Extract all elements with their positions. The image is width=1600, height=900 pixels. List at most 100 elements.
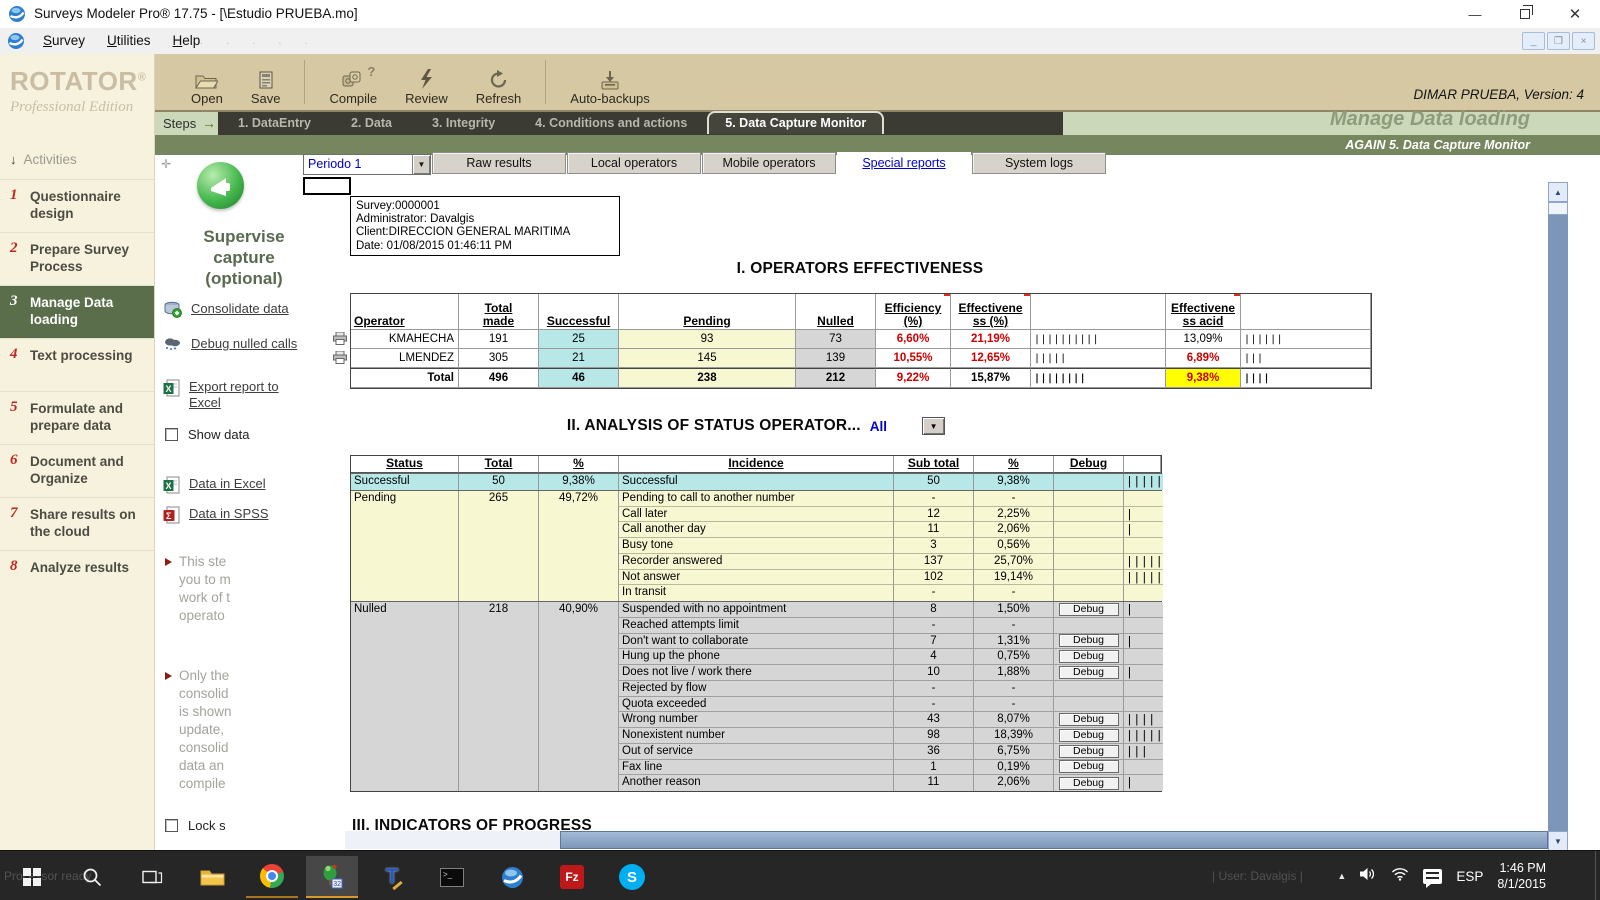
step-tab-2-data[interactable]: 2. Data — [331, 112, 412, 135]
debug-button[interactable]: Debug — [1059, 777, 1119, 790]
open-button[interactable]: Open — [177, 54, 237, 110]
section-heading: Manage Data loading — [1330, 108, 1530, 131]
link-debug-nulled-calls[interactable]: Debug nulled calls — [163, 336, 313, 354]
notifications-icon[interactable] — [1423, 869, 1442, 884]
wifi-icon[interactable] — [1391, 867, 1409, 886]
move-handle-icon[interactable]: ✛ — [161, 157, 171, 171]
scroll-down-button[interactable]: ▼ — [1548, 831, 1568, 851]
report-tab-system-logs[interactable]: System logs — [972, 152, 1106, 174]
step-tab-5-data-capture-monitor[interactable]: 5. Data Capture Monitor — [707, 111, 884, 134]
scroll-up-button[interactable]: ▲ — [1548, 182, 1568, 202]
horizontal-scrollbar-thumb[interactable] — [560, 831, 1548, 849]
status-pct-cell: 49,72% — [539, 491, 619, 601]
link-data-in-excel[interactable]: XData in Excel — [163, 476, 311, 497]
incidence-cell: Recorder answered — [619, 554, 894, 570]
lock-checkbox[interactable] — [165, 819, 178, 832]
refresh-button[interactable]: Refresh — [462, 54, 536, 110]
operator-filter-value[interactable]: All — [870, 419, 887, 434]
incidence-row: Suspended with no appointment81,50%Debug… — [619, 602, 1163, 618]
incidence-cell: Out of service — [619, 744, 894, 760]
sidebar-item-prepare-survey-process[interactable]: 2Prepare Survey Process — [0, 232, 154, 285]
report-tab-raw-results[interactable]: Raw results — [432, 152, 566, 174]
debug-button[interactable]: Debug — [1059, 650, 1119, 663]
textpad-icon[interactable]: T — [366, 856, 418, 898]
link-consolidate-data[interactable]: Consolidate data — [163, 301, 313, 321]
step-tab-3-integrity[interactable]: 3. Integrity — [412, 112, 515, 135]
debug-button[interactable]: Debug — [1059, 760, 1119, 773]
file-explorer-icon[interactable] — [186, 856, 238, 898]
report-tab-local-operators[interactable]: Local operators — [567, 152, 701, 174]
start-icon[interactable] — [6, 856, 58, 898]
sidebar-item-text-processing[interactable]: 4Text processing — [0, 338, 154, 391]
report-tab-special-reports[interactable]: Special reports — [837, 152, 971, 174]
restore-button[interactable] — [1500, 0, 1550, 28]
keyboard-language[interactable]: ESP — [1456, 869, 1483, 884]
table1-operator-cell: Total — [351, 368, 459, 388]
incidence-cell: Rejected by flow — [619, 681, 894, 697]
rotator-app-icon[interactable]: 32 — [306, 856, 358, 898]
debug-button[interactable]: Debug — [1059, 713, 1119, 726]
terminal-icon[interactable]: >_ — [426, 856, 478, 898]
sidebar-item-questionnaire-design[interactable]: 1Questionnaire design — [0, 179, 154, 232]
lock-label: Lock s — [188, 818, 226, 833]
sidebar-item-formulate-and-prepare-data[interactable]: 5Formulate and prepare data — [0, 391, 154, 444]
horizontal-scrollbar[interactable] — [345, 831, 1548, 849]
volume-icon[interactable] — [1360, 867, 1377, 886]
table1-header — [1031, 294, 1166, 330]
mdi-restore-button[interactable]: ❒ — [1547, 32, 1570, 50]
report-tab-mobile-operators[interactable]: Mobile operators — [702, 152, 836, 174]
title-bar: Surveys Modeler Pro® 17.75 - [\Estudio P… — [0, 0, 1600, 28]
tray-expand-icon[interactable]: ▲ — [1337, 871, 1346, 881]
sidebar-item-analyze-results[interactable]: 8Analyze results — [0, 550, 154, 603]
modeler-globe-icon[interactable] — [486, 856, 538, 898]
debug-button[interactable]: Debug — [1059, 729, 1119, 742]
show-desktop-button[interactable] — [1595, 851, 1600, 900]
debug-button[interactable]: Debug — [1059, 603, 1119, 616]
link-export-report-to-excel[interactable]: XExport report to Excel — [163, 379, 311, 411]
panel-note: This ste you to m work of t operato — [165, 553, 231, 625]
printer-icon[interactable] — [333, 351, 347, 369]
taskbar-clock[interactable]: 1:46 PM 8/1/2015 — [1497, 860, 1546, 892]
incidence-cell: Another reason — [619, 775, 894, 791]
filezilla-icon[interactable]: Fz — [546, 856, 598, 898]
debug-button[interactable]: Debug — [1059, 666, 1119, 679]
show-data-checkbox[interactable] — [165, 428, 178, 441]
step-tab-1-dataentry[interactable]: 1. DataEntry — [218, 112, 331, 135]
vertical-scrollbar-thumb[interactable] — [1548, 202, 1568, 215]
megaphone-icon — [197, 162, 244, 209]
step-tab-4-conditions-and-actions[interactable]: 4. Conditions and actions — [515, 112, 707, 135]
sidebar-item-document-and-organize[interactable]: 6Document and Organize — [0, 444, 154, 497]
dropdown-arrow-icon[interactable]: ▼ — [412, 155, 430, 174]
save-button[interactable]: Save — [237, 54, 295, 110]
selected-cell[interactable] — [303, 177, 351, 195]
bar-cell — [1124, 491, 1163, 507]
minimize-button[interactable]: — — [1450, 0, 1500, 28]
debug-button[interactable]: Debug — [1059, 745, 1119, 758]
skype-icon[interactable]: S — [606, 856, 658, 898]
bar-cell: | — [1124, 665, 1163, 681]
status-cell: Nulled — [351, 602, 459, 791]
vertical-scrollbar[interactable]: ▲ ▼ — [1548, 157, 1568, 849]
task-view-icon[interactable] — [126, 856, 178, 898]
mdi-minimize-button[interactable]: _ — [1522, 32, 1545, 50]
auto-backups-button[interactable]: Auto-backups — [556, 54, 664, 110]
period-dropdown[interactable]: Periodo 1 ▼ — [303, 154, 431, 175]
menu-utilities[interactable]: Utilities — [96, 28, 162, 54]
menu-survey[interactable]: Survey — [32, 28, 96, 54]
windows-taskbar: Processor ready 32T>_FzS | User: Davalgi… — [0, 850, 1600, 900]
printer-icon[interactable] — [333, 332, 347, 350]
operator-filter-dropdown[interactable]: ▼ — [922, 417, 945, 435]
incidence-cell: Fax line — [619, 760, 894, 776]
sidebar-item-share-results-on-the-cloud[interactable]: 7Share results on the cloud — [0, 497, 154, 550]
close-button[interactable]: ✕ — [1550, 0, 1600, 28]
search-icon[interactable] — [66, 856, 118, 898]
debug-button[interactable]: Debug — [1059, 634, 1119, 647]
table1-cell: 10,55% — [876, 349, 951, 368]
review-button[interactable]: Review — [391, 54, 462, 110]
sidebar-item-manage-data-loading[interactable]: 3Manage Data loading — [0, 285, 154, 338]
compile-button[interactable]: ?Compile — [315, 54, 391, 110]
mdi-close-button[interactable]: × — [1572, 32, 1595, 50]
table1-header: Pending — [619, 294, 796, 330]
chrome-icon[interactable] — [246, 856, 298, 898]
link-data-in-spss[interactable]: ΣData in SPSS — [163, 506, 311, 527]
